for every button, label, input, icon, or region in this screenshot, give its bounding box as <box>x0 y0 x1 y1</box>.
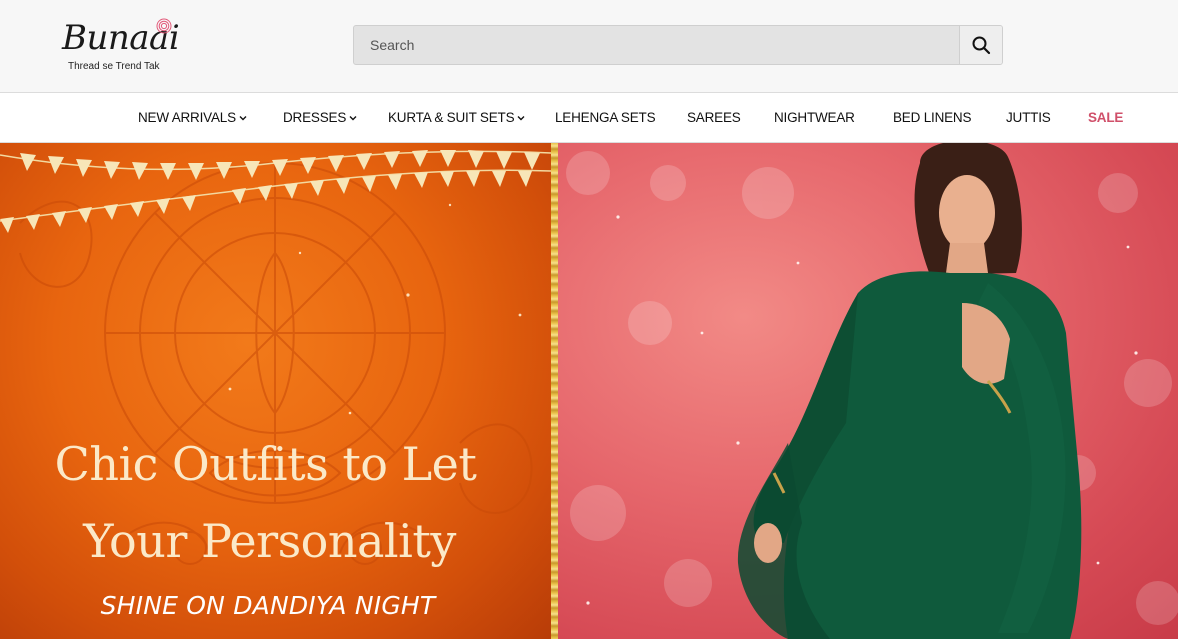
nav-item-sale[interactable]: SALE <box>1088 93 1123 142</box>
hero-subline: SHINE ON DANDIYA NIGHT <box>100 591 436 620</box>
nav-item-label: BED LINENS <box>893 110 972 125</box>
nav-item-label: SALE <box>1088 110 1124 125</box>
nav-item-label: DRESSES <box>283 110 347 125</box>
hero-right-panel <box>558 143 1178 639</box>
chevron-down-icon <box>517 115 525 120</box>
main-nav: NEW ARRIVALS DRESSES KURTA & SUIT SETS L… <box>0 92 1178 143</box>
nav-item-new-arrivals[interactable]: NEW ARRIVALS <box>138 93 247 142</box>
search-button[interactable] <box>959 26 1002 64</box>
gold-divider <box>551 143 558 639</box>
nav-item-lehenga-sets[interactable]: LEHENGA SETS <box>555 93 656 142</box>
brand-logo[interactable]: Bunaai Thread se Trend Tak <box>62 16 182 76</box>
nav-item-dresses[interactable]: DRESSES <box>283 93 357 142</box>
search-bar <box>353 25 1003 65</box>
search-icon <box>972 36 991 55</box>
brand-tagline: Thread se Trend Tak <box>68 61 160 72</box>
hero-headline-line1: Chic Outfits to Let <box>54 437 477 491</box>
nav-item-label: SAREES <box>687 110 741 125</box>
nav-item-kurta-suit-sets[interactable]: KURTA & SUIT SETS <box>388 93 525 142</box>
chevron-down-icon <box>239 115 247 120</box>
site-header: Bunaai Thread se Trend Tak <box>0 0 1178 92</box>
nav-item-sarees[interactable]: SAREES <box>687 93 741 142</box>
nav-item-label: LEHENGA SETS <box>555 110 656 125</box>
hero-headline-line2: Your Personality <box>83 514 456 568</box>
nav-item-label: NEW ARRIVALS <box>138 110 236 125</box>
nav-item-label: JUTTIS <box>1006 110 1051 125</box>
chevron-down-icon <box>349 115 357 120</box>
search-input[interactable] <box>354 26 960 64</box>
nav-item-label: KURTA & SUIT SETS <box>388 110 515 125</box>
hero-left-panel: Chic Outfits to Let Your Personality SHI… <box>0 143 551 639</box>
thumbprint-icon <box>156 18 172 34</box>
nav-item-juttis[interactable]: JUTTIS <box>1006 93 1051 142</box>
nav-item-label: NIGHTWEAR <box>774 110 855 125</box>
nav-item-bed-linens[interactable]: BED LINENS <box>893 93 971 142</box>
nav-item-nightwear[interactable]: NIGHTWEAR <box>774 93 855 142</box>
hero-banner[interactable]: Chic Outfits to Let Your Personality SHI… <box>0 143 1178 639</box>
model-photo <box>566 143 1178 639</box>
